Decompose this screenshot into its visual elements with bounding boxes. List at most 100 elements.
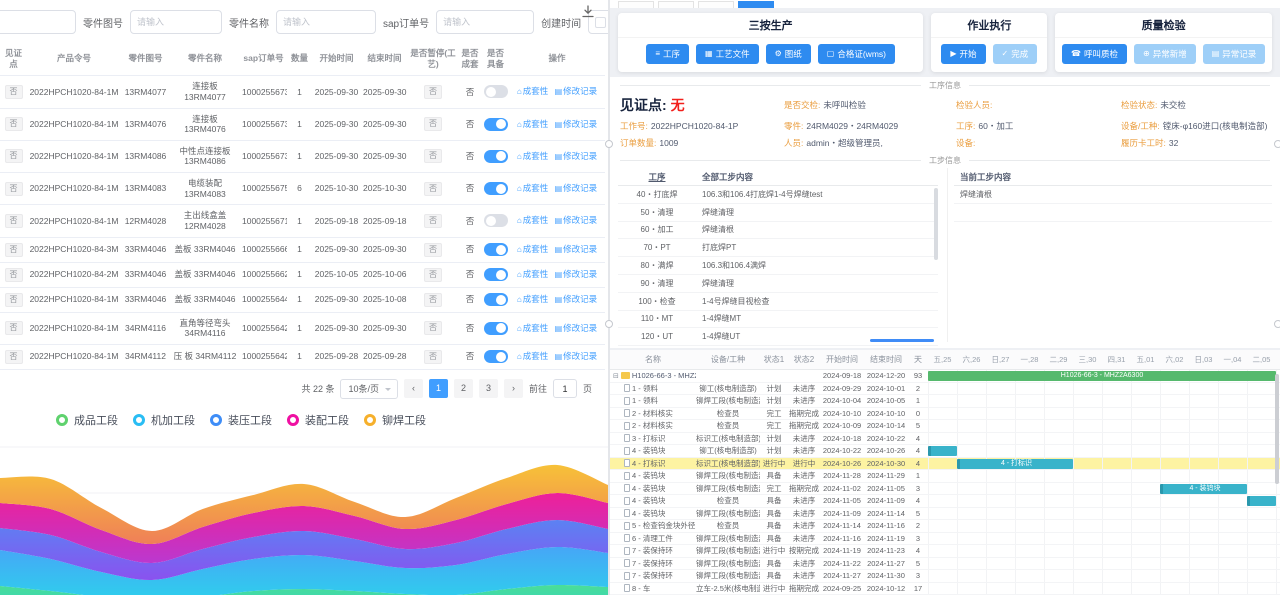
- resize-handle[interactable]: [1274, 320, 1280, 328]
- pause-tag[interactable]: 否: [424, 117, 442, 131]
- gantt-row[interactable]: 8 - 车 立车-2.5米(核电制造部) 进行中 拖期完成 2024-09-25…: [610, 583, 1280, 595]
- gantt-bar[interactable]: [1247, 496, 1276, 506]
- pause-tag[interactable]: 否: [424, 85, 442, 99]
- availability-toggle[interactable]: [484, 322, 508, 335]
- action-button[interactable]: ▦工艺文件: [696, 44, 759, 64]
- resize-handle[interactable]: [605, 320, 613, 328]
- tab[interactable]: [618, 1, 654, 8]
- prev-page-button[interactable]: ‹: [404, 379, 423, 398]
- set-check-link[interactable]: ⌂成套性: [517, 244, 548, 254]
- step-row[interactable]: 100・检查1-4号焊缝目视检查: [618, 293, 938, 311]
- pause-tag[interactable]: 否: [424, 293, 442, 307]
- action-button[interactable]: ▤异常记录: [1203, 44, 1266, 64]
- gantt-row[interactable]: 5 - 检查钨金块外径 检查员 具备 未进序 2024-11-14 2024-1…: [610, 520, 1280, 533]
- availability-toggle[interactable]: [484, 182, 508, 195]
- pause-tag[interactable]: 否: [424, 149, 442, 163]
- action-button[interactable]: ⚙图纸: [766, 44, 811, 64]
- step-row[interactable]: 80・满焊106.3和106.4满焊: [618, 257, 938, 275]
- availability-toggle[interactable]: [484, 85, 508, 98]
- gantt-row[interactable]: 7 - 装保持环 铆焊工段(核电制造部) 具备 未进序 2024-11-27 2…: [610, 570, 1280, 583]
- availability-toggle[interactable]: [484, 243, 508, 256]
- vertical-scrollbar[interactable]: [934, 188, 938, 260]
- set-check-link[interactable]: ⌂成套性: [517, 294, 548, 304]
- action-button[interactable]: ☎呼叫质检: [1062, 44, 1127, 64]
- step-row[interactable]: 50・清理焊缝清理: [618, 204, 938, 222]
- legend-item[interactable]: 铆焊工段: [364, 412, 426, 428]
- gantt-row[interactable]: 7 - 装保持环 铆焊工段(核电制造部) 具备 未进序 2024-11-22 2…: [610, 558, 1280, 571]
- gantt-row[interactable]: 4 - 装钨块 铆焊工段(核电制造部) 具备 未进序 2024-11-28 20…: [610, 470, 1280, 483]
- gantt-row[interactable]: 6 - 清理工件 铆焊工段(核电制造部) 具备 未进序 2024-11-16 2…: [610, 533, 1280, 546]
- gantt-row[interactable]: 2 - 材料核实 检查员 完工 拖期完成 2024-10-10 2024-10-…: [610, 408, 1280, 421]
- part-drawing-no-input[interactable]: [130, 10, 222, 34]
- gantt-row[interactable]: 2 - 材料核实 检查员 完工 拖期完成 2024-10-09 2024-10-…: [610, 420, 1280, 433]
- gantt-row[interactable]: 4 - 打标识 标识工(核电制造部) 进行中 进行中 2024-10-26 20…: [610, 458, 1280, 471]
- table-row[interactable]: 否 2022HPCH1020-84-1M 33RM4046 盖板 33RM404…: [0, 287, 605, 312]
- modify-record-link[interactable]: ▤修改记录: [555, 86, 598, 96]
- step-row[interactable]: 120・UT1-4焊缝UT: [618, 328, 938, 346]
- expand-icon[interactable]: ⊟: [613, 372, 619, 380]
- partial-filter-input[interactable]: [0, 10, 76, 34]
- table-row[interactable]: 否 2022HPCH1020-84-1M 13RM4086 中性点连接板 13R…: [0, 140, 605, 172]
- table-row[interactable]: 否 2022HPCH1020-84-1M 34RM4112 压 板 34RM41…: [0, 344, 605, 369]
- availability-toggle[interactable]: [484, 350, 508, 363]
- set-check-link[interactable]: ⌂成套性: [517, 215, 548, 225]
- table-row[interactable]: 否 2022HPCH1020-84-1M 13RM4077 连接板 13RM40…: [0, 76, 605, 108]
- availability-toggle[interactable]: [484, 214, 508, 227]
- gantt-row[interactable]: 7 - 装保持环 铆焊工段(核电制造部) 进行中 按期完成 2024-11-19…: [610, 545, 1280, 558]
- gantt-row[interactable]: 4 - 装钨块 检查员 具备 未进序 2024-11-05 2024-11-09…: [610, 495, 1280, 508]
- action-button[interactable]: ▢合格证(wms): [818, 44, 895, 64]
- action-button[interactable]: ▶开始: [941, 44, 985, 64]
- gantt-row[interactable]: 4 - 装钨块 铆焊工段(核电制造部) 具备 未进序 2024-11-09 20…: [610, 508, 1280, 521]
- set-check-link[interactable]: ⌂成套性: [517, 183, 548, 193]
- set-check-link[interactable]: ⌂成套性: [517, 151, 548, 161]
- step-row[interactable]: 60・加工焊缝清根: [618, 222, 938, 240]
- gantt-row[interactable]: 3 - 打标识 标识工(核电制造部) 计划 未进序 2024-10-18 202…: [610, 433, 1280, 446]
- pause-tag[interactable]: 否: [424, 321, 442, 335]
- pause-tag[interactable]: 否: [424, 243, 442, 257]
- availability-toggle[interactable]: [484, 150, 508, 163]
- pause-tag[interactable]: 否: [424, 350, 442, 364]
- page-number-button[interactable]: 1: [429, 379, 448, 398]
- modify-record-link[interactable]: ▤修改记录: [555, 351, 598, 361]
- legend-item[interactable]: 机加工段: [133, 412, 195, 428]
- modify-record-link[interactable]: ▤修改记录: [555, 323, 598, 333]
- gantt-row[interactable]: 1 - 领料 铆焊工段(核电制造部) 计划 未进序 2024-10-04 202…: [610, 395, 1280, 408]
- pause-tag[interactable]: 否: [424, 214, 442, 228]
- modify-record-link[interactable]: ▤修改记录: [555, 215, 598, 225]
- gantt-bar[interactable]: 4 - 装钨块: [1160, 484, 1247, 494]
- modify-record-link[interactable]: ▤修改记录: [555, 244, 598, 254]
- legend-item[interactable]: 装压工段: [210, 412, 272, 428]
- tab[interactable]: [698, 1, 734, 8]
- sap-order-input[interactable]: [436, 10, 534, 34]
- gantt-row[interactable]: 4 - 装钨块 铆焊工段(核电制造部) 完工 拖期完成 2024-11-02 2…: [610, 483, 1280, 496]
- modify-record-link[interactable]: ▤修改记录: [555, 183, 598, 193]
- table-row[interactable]: 否 2022HPCH1020-84-1M 13RM4076 连接板 13RM40…: [0, 108, 605, 140]
- table-row[interactable]: 否 2022HPCH1020-84-1M 13RM4083 电缆装配 13RM4…: [0, 173, 605, 205]
- gantt-bar[interactable]: 4 - 打标识: [957, 459, 1073, 469]
- set-check-link[interactable]: ⌂成套性: [517, 86, 548, 96]
- legend-item[interactable]: 成品工段: [56, 412, 118, 428]
- set-check-link[interactable]: ⌂成套性: [517, 269, 548, 279]
- modify-record-link[interactable]: ▤修改记录: [555, 269, 598, 279]
- table-row[interactable]: 否 2022HPCH1020-84-3M 33RM4046 盖板 33RM404…: [0, 237, 605, 262]
- gantt-bar[interactable]: [928, 446, 957, 456]
- tab[interactable]: [658, 1, 694, 8]
- modify-record-link[interactable]: ▤修改记录: [555, 119, 598, 129]
- table-row[interactable]: 否 2022HPCH1020-84-2M 33RM4046 盖板 33RM404…: [0, 262, 605, 287]
- table-row[interactable]: 否 2022HPCH1020-84-1M 12RM4028 主出线盒盖 12RM…: [0, 205, 605, 237]
- step-row[interactable]: 40・打底焊106.3和106.4打底焊1-4号焊缝test: [618, 186, 938, 204]
- step-row[interactable]: 90・清理焊缝清理: [618, 275, 938, 293]
- set-check-link[interactable]: ⌂成套性: [517, 119, 548, 129]
- gantt-row[interactable]: ⊟H1026-66-3 - MHZ2A6300 2024-09-18 2024-…: [610, 370, 1280, 383]
- page-number-button[interactable]: 2: [454, 379, 473, 398]
- gantt-scrollbar[interactable]: [1275, 374, 1279, 484]
- availability-toggle[interactable]: [484, 268, 508, 281]
- modify-record-link[interactable]: ▤修改记录: [555, 294, 598, 304]
- set-check-link[interactable]: ⌂成套性: [517, 323, 548, 333]
- resize-handle[interactable]: [605, 140, 613, 148]
- part-name-input[interactable]: [276, 10, 376, 34]
- pause-tag[interactable]: 否: [424, 268, 442, 282]
- action-button[interactable]: ⊕异常新增: [1134, 44, 1196, 64]
- col-process[interactable]: 工序: [618, 171, 696, 183]
- availability-toggle[interactable]: [484, 118, 508, 131]
